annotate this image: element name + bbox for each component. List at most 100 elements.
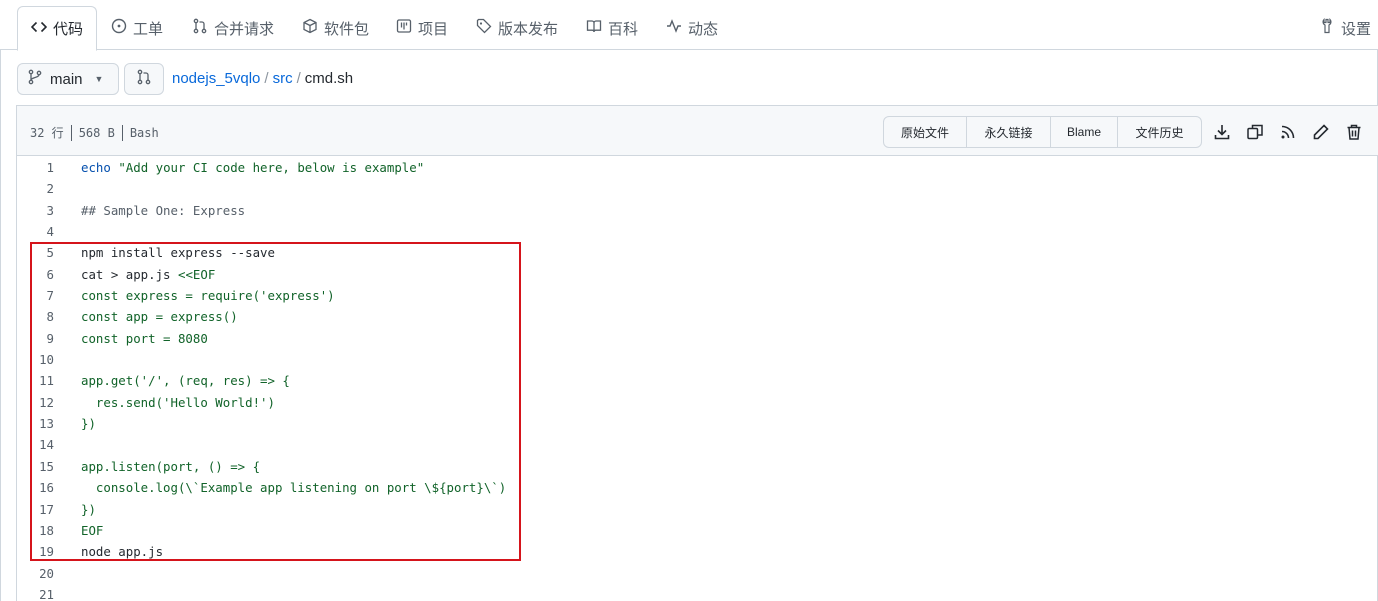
line-number[interactable]: 17 (17, 499, 54, 520)
code-text: const express = require('express') (81, 285, 335, 306)
repo-tab-bar: 代码 工单 合并请求 软件包 项目 版本发布 百科 动态 设置 (0, 0, 1378, 51)
line-number[interactable]: 19 (17, 541, 54, 562)
line-number[interactable]: 10 (17, 349, 54, 370)
tab-settings[interactable]: 设置 (1313, 6, 1377, 50)
book-icon (586, 18, 602, 38)
file-viewer: 32 行 568 B Bash 原始文件 永久链接 Blame 文件历史 1 ec… (16, 105, 1378, 601)
file-meta: 32 行 568 B Bash (30, 124, 159, 141)
code-text: const app = express() (81, 306, 238, 327)
branch-selector[interactable]: main ▼ (17, 63, 119, 95)
code-line: 12 res.send('Hello World!') (17, 392, 1378, 413)
line-number[interactable]: 18 (17, 520, 54, 541)
download-icon[interactable] (1213, 123, 1231, 141)
delete-icon[interactable] (1345, 123, 1363, 141)
code-text: ## Sample One: Express (81, 200, 245, 221)
code-token: cat > app.js (81, 266, 178, 282)
rss-icon[interactable] (1279, 123, 1297, 141)
tab-activity[interactable]: 动态 (660, 6, 724, 50)
breadcrumb-file: cmd.sh (304, 70, 354, 87)
code-token: EOF (81, 522, 104, 538)
code-text: cat > app.js <<EOF (81, 264, 215, 285)
permalink-button[interactable]: 永久链接 (967, 117, 1051, 147)
code-line: 10 (17, 349, 1378, 370)
code-line: 2 (17, 178, 1378, 199)
breadcrumb-dir-link[interactable]: src (273, 70, 293, 87)
line-number[interactable]: 13 (17, 413, 54, 434)
code-line: 9 const port = 8080 (17, 328, 1378, 349)
code-line: 17}) (17, 499, 1378, 520)
line-number[interactable]: 1 (17, 157, 54, 178)
blame-button[interactable]: Blame (1051, 117, 1118, 147)
breadcrumb-separator: / (296, 70, 301, 87)
code-line: 4 (17, 221, 1378, 242)
line-number[interactable]: 20 (17, 563, 54, 584)
code-line: 6 cat > app.js <<EOF (17, 264, 1378, 285)
tab-releases[interactable]: 版本发布 (470, 6, 564, 50)
issue-icon (111, 18, 127, 38)
code-text: EOF (81, 520, 103, 541)
tab-code[interactable]: 代码 (17, 6, 97, 51)
tab-wiki[interactable]: 百科 (580, 6, 644, 50)
breadcrumb-separator: / (264, 70, 269, 87)
file-header: 32 行 568 B Bash 原始文件 永久链接 Blame 文件历史 (17, 106, 1378, 156)
code-token: console.log(\`Example app listening on p… (81, 480, 507, 496)
line-number[interactable]: 9 (17, 328, 54, 349)
line-number[interactable]: 21 (17, 584, 54, 601)
line-number[interactable]: 5 (17, 242, 54, 263)
tab-pull-requests[interactable]: 合并请求 (186, 6, 280, 50)
code-line: 18 EOF (17, 520, 1378, 541)
code-line: 7 const express = require('express') (17, 285, 1378, 306)
edit-icon[interactable] (1312, 123, 1330, 141)
tab-issues[interactable]: 工单 (105, 6, 169, 50)
code-token: npm install express --save (81, 245, 275, 261)
compare-button[interactable] (124, 63, 164, 95)
line-number[interactable]: 15 (17, 456, 54, 477)
line-number[interactable]: 14 (17, 434, 54, 455)
code-token: <<EOF (177, 266, 216, 282)
line-number[interactable]: 6 (17, 264, 54, 285)
line-number[interactable]: 11 (17, 370, 54, 391)
code-text: echo "Add your CI code here, below is ex… (81, 157, 424, 178)
tab-projects[interactable]: 项目 (390, 6, 454, 50)
file-language: Bash (129, 125, 159, 140)
line-number[interactable]: 3 (17, 200, 54, 221)
code-line: 20 (17, 563, 1378, 584)
code-line: 3 ## Sample One: Express (17, 200, 1378, 221)
line-number[interactable]: 8 (17, 306, 54, 327)
tab-label: 合并请求 (214, 20, 275, 38)
history-button[interactable]: 文件历史 (1118, 117, 1201, 147)
pulse-icon (666, 18, 682, 38)
code-token: echo (81, 160, 111, 175)
code-token: "Add your CI code here, below is example… (118, 160, 425, 175)
pull-request-icon (136, 69, 152, 90)
code-token: }) (81, 416, 96, 432)
code-line: 5 npm install express --save (17, 242, 1378, 263)
code-token: app.listen(port, () => { (81, 458, 261, 474)
tag-icon (476, 18, 492, 38)
code-line: 13}) (17, 413, 1378, 434)
code-token: const express = require('express') (81, 288, 335, 304)
line-number[interactable]: 16 (17, 477, 54, 498)
raw-button[interactable]: 原始文件 (884, 117, 967, 147)
copy-icon[interactable] (1246, 123, 1264, 141)
line-number[interactable]: 2 (17, 178, 54, 199)
line-number[interactable]: 7 (17, 285, 54, 306)
file-action-group: 原始文件 永久链接 Blame 文件历史 (883, 116, 1202, 148)
tab-label: 工单 (133, 20, 164, 38)
code-line: 16 console.log(\`Example app listening o… (17, 477, 1378, 498)
chevron-down-icon: ▼ (94, 74, 104, 84)
tab-label: 百科 (608, 20, 639, 38)
breadcrumb-repo-link[interactable]: nodejs_5vqlo (172, 70, 260, 87)
code-text: console.log(\`Example app listening on p… (81, 477, 506, 498)
code-text: npm install express --save (81, 242, 275, 263)
package-icon (302, 18, 318, 38)
code-text: }) (81, 499, 96, 520)
line-number[interactable]: 12 (17, 392, 54, 413)
branch-name: main (50, 70, 83, 88)
code-token: const port = 8080 (81, 330, 208, 346)
pull-request-icon (192, 18, 208, 38)
tab-label: 软件包 (324, 20, 370, 38)
code-icon (30, 19, 48, 39)
line-number[interactable]: 4 (17, 221, 54, 242)
tab-packages[interactable]: 软件包 (296, 6, 375, 50)
